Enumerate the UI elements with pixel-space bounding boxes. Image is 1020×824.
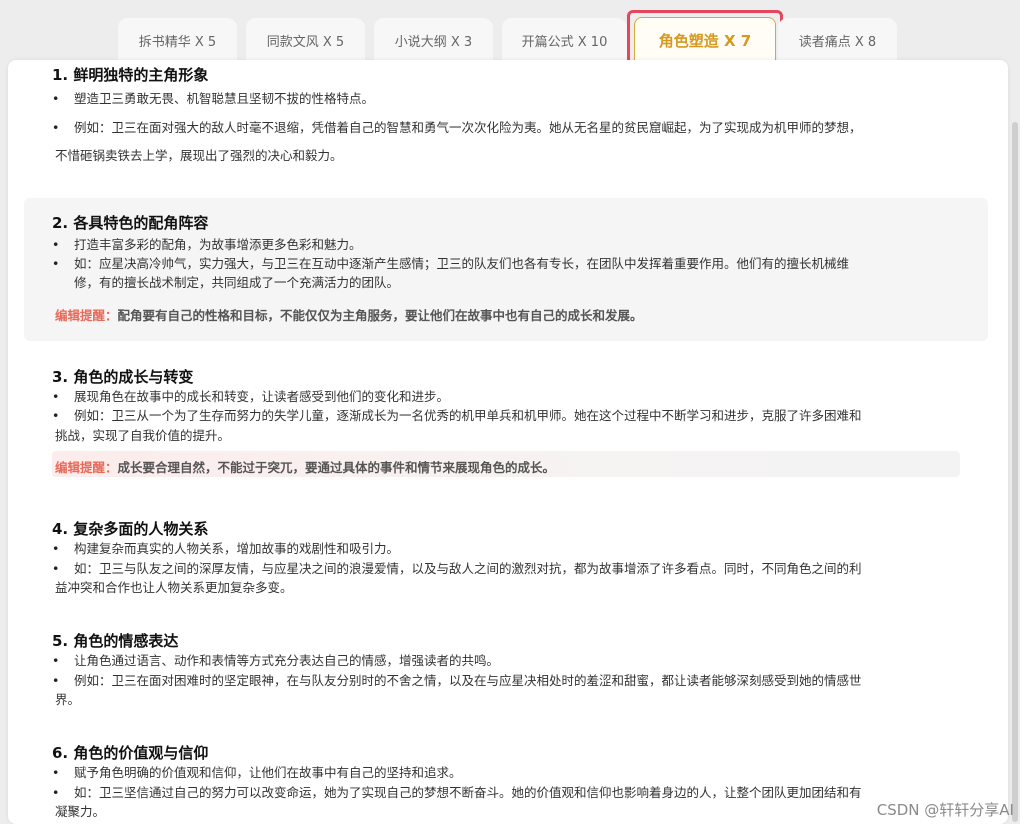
tab-novel-outline[interactable]: 小说大纲 X 3 [374, 18, 493, 62]
tab-active-inner: 角色塑造 X 7 [634, 17, 776, 63]
bullet-point: 让角色通过语言、动作和表情等方式充分表达自己的情感，增强读者的共鸣。 [52, 650, 499, 669]
watermark: CSDN @轩轩分享AI [876, 801, 1014, 819]
tab-label: 小说大纲 X 3 [394, 34, 473, 50]
bullet-point: 打造丰富多彩的配角，为故事增添更多色彩和魅力。 [52, 234, 362, 253]
tab-label: 读者痛点 X 8 [798, 34, 877, 50]
scrollbar-thumb[interactable] [1012, 122, 1018, 822]
tab-label: 拆书精华 X 5 [138, 34, 217, 50]
bullet-point: 如：卫三坚信通过自己的努力可以改变命运，她为了实现自己的梦想不断奋斗。她的价值观… [52, 782, 862, 801]
tab-label: 同款文风 X 5 [266, 34, 345, 50]
editor-note-label: 编辑提醒： [55, 460, 118, 475]
section-title: 4. 复杂多面的人物关系 [52, 520, 209, 538]
tab-book-essence[interactable]: 拆书精华 X 5 [118, 18, 237, 62]
editor-note-label: 编辑提醒： [55, 308, 118, 323]
tab-same-style[interactable]: 同款文风 X 5 [246, 18, 365, 62]
bullet-continuation: 凝聚力。 [55, 804, 106, 819]
bullet-continuation: 不惜砸锅卖铁去上学，展现出了强烈的决心和毅力。 [55, 148, 343, 163]
tab-bar: 拆书精华 X 5 同款文风 X 5 小说大纲 X 3 开篇公式 X 10 角色塑… [0, 0, 1020, 70]
vertical-scrollbar[interactable] [1009, 60, 1020, 824]
section-emotions: 5. 角色的情感表达 让角色通过语言、动作和表情等方式充分表达自己的情感，增强读… [8, 624, 968, 724]
editor-note: 编辑提醒：成长要合理自然，不能过于突兀，要通过具体的事件和情节来展现角色的成长。 [55, 457, 555, 476]
tab-opening-formula[interactable]: 开篇公式 X 10 [502, 18, 627, 62]
content-panel: 1. 鲜明独特的主角形象 塑造卫三勇敢无畏、机智聪慧且坚韧不拔的性格特点。 例如… [8, 60, 1008, 824]
bullet-continuation: 益冲突和合作也让人物关系更加复杂多变。 [55, 580, 293, 595]
tab-reader-pain-points[interactable]: 读者痛点 X 8 [778, 18, 897, 62]
section-relationships: 4. 复杂多面的人物关系 构建复杂而真实的人物关系，增加故事的戏剧性和吸引力。 … [8, 512, 968, 612]
bullet-point: 例如：卫三从一个为了生存而努力的失学儿童，逐渐成长为一名优秀的机甲单兵和机甲师。… [52, 405, 862, 424]
bullet-point: 展现角色在故事中的成长和转变，让读者感受到他们的变化和进步。 [52, 386, 449, 405]
editor-note-text: 配角要有自己的性格和目标，不能仅仅为主角服务，要让他们在故事中也有自己的成长和发… [117, 308, 643, 323]
section-title: 5. 角色的情感表达 [52, 632, 179, 650]
bullet-point: 如：应星决高冷帅气，实力强大，与卫三在互动中逐渐产生感情；卫三的队友们也各有专长… [52, 253, 849, 272]
section-title: 1. 鲜明独特的主角形象 [52, 66, 209, 84]
bullet-point: 例如：卫三在面对困难时的坚定眼神，在与队友分别时的不舍之情，以及在与应星决相处时… [52, 670, 862, 689]
tab-label: 开篇公式 X 10 [521, 34, 608, 50]
bullet-continuation: 界。 [55, 692, 81, 707]
section-title: 2. 各具特色的配角阵容 [52, 214, 209, 232]
tab-label: 角色塑造 X 7 [658, 31, 752, 50]
section-title: 6. 角色的价值观与信仰 [52, 744, 209, 762]
section-values: 6. 角色的价值观与信仰 赋予角色明确的价值观和信仰，让他们在故事中有自己的坚持… [8, 736, 968, 824]
bullet-continuation: 修，有的擅长战术制定，共同组成了一个充满活力的团队。 [74, 275, 400, 290]
section-title: 3. 角色的成长与转变 [52, 368, 194, 386]
bullet-point: 例如：卫三在面对强大的敌人时毫不退缩，凭借着自己的智慧和勇气一次次化险为夷。她从… [52, 117, 862, 136]
bullet-point: 塑造卫三勇敢无畏、机智聪慧且坚韧不拔的性格特点。 [52, 88, 374, 107]
editor-note-text: 成长要合理自然，不能过于突兀，要通过具体的事件和情节来展现角色的成长。 [117, 460, 556, 475]
section-growth: 3. 角色的成长与转变 展现角色在故事中的成长和转变，让读者感受到他们的变化和进… [8, 360, 968, 490]
section-supporting-cast: 2. 各具特色的配角阵容 打造丰富多彩的配角，为故事增添更多色彩和魅力。 如：应… [24, 198, 988, 341]
bullet-point: 构建复杂而真实的人物关系，增加故事的戏剧性和吸引力。 [52, 538, 399, 557]
section-protagonist: 1. 鲜明独特的主角形象 塑造卫三勇敢无畏、机智聪慧且坚韧不拔的性格特点。 例如… [8, 60, 968, 190]
bullet-point: 赋予角色明确的价值观和信仰，让他们在故事中有自己的坚持和追求。 [52, 762, 462, 781]
bullet-continuation: 挑战，实现了自我价值的提升。 [55, 428, 231, 443]
editor-note: 编辑提醒：配角要有自己的性格和目标，不能仅仅为主角服务，要让他们在故事中也有自己… [55, 305, 643, 324]
bullet-point: 如：卫三与队友之间的深厚友情，与应星决之间的浪漫爱情，以及与敌人之间的激烈对抗，… [52, 558, 862, 577]
